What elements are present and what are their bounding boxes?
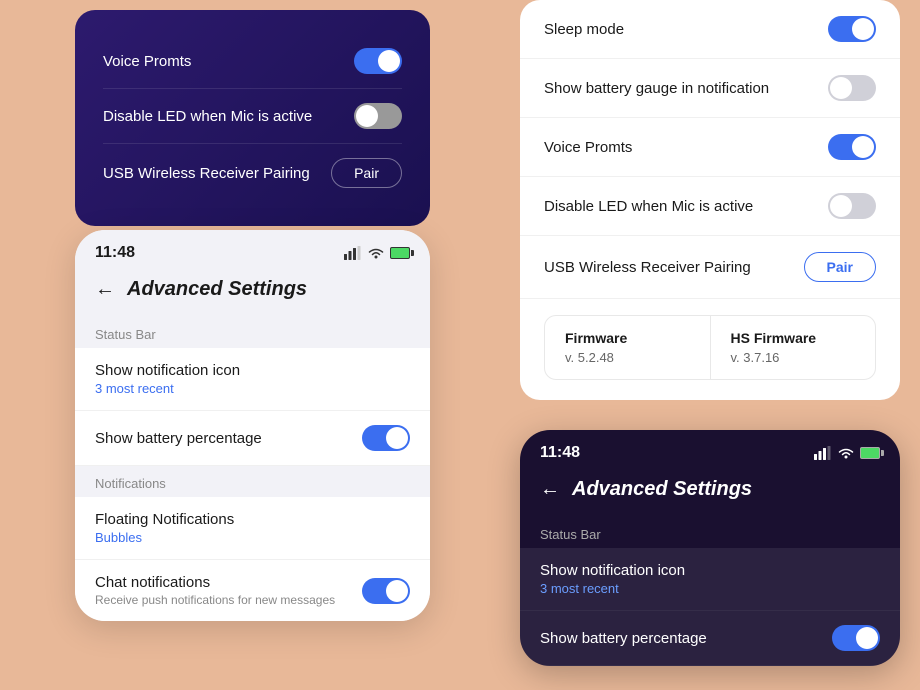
page-header-dark: ← Advanced Settings	[520, 470, 900, 517]
setting-text-battery-pct-dark: Show battery percentage	[540, 630, 707, 647]
page-title-light: Advanced Settings	[127, 278, 307, 301]
setting-label-usb-pair-2: USB Wireless Receiver Pairing	[544, 259, 751, 276]
setting-main-floating-notif-light: Floating Notifications	[95, 511, 234, 528]
wifi-icon-dark	[837, 444, 855, 462]
status-bar-dark: 11:48	[520, 430, 900, 470]
setting-label-voice-promts-1: Voice Promts	[103, 53, 191, 70]
back-arrow-dark[interactable]: ←	[540, 478, 560, 501]
setting-label-disable-led-1: Disable LED when Mic is active	[103, 108, 312, 125]
card-bottom-left: 11:48 ← Advanced Settings Status Bar	[75, 230, 430, 621]
toggle-voice-promts-1[interactable]	[354, 48, 402, 74]
phone-time-light: 11:48	[95, 244, 135, 262]
toggle-voice-promts-2[interactable]	[828, 134, 876, 160]
setting-item-notif-icon-dark: Show notification icon 3 most recent	[520, 548, 900, 611]
setting-main-battery-pct-light: Show battery percentage	[95, 430, 262, 447]
pair-button-2[interactable]: Pair	[804, 252, 876, 282]
section-label-status-bar-light: Status Bar	[75, 317, 430, 348]
status-bar-light: 11:48	[75, 230, 430, 270]
setting-row-usb-pair-2: USB Wireless Receiver Pairing Pair	[520, 236, 900, 299]
phone-time-dark: 11:48	[540, 444, 580, 462]
setting-item-notif-icon-light: Show notification icon 3 most recent	[75, 348, 430, 411]
toggle-battery-gauge[interactable]	[828, 75, 876, 101]
setting-label-disable-led-2: Disable LED when Mic is active	[544, 198, 753, 215]
section-label-notifications-light: Notifications	[75, 466, 430, 497]
firmware-name-hs: HS Firmware	[731, 330, 856, 346]
setting-row-disable-led-1: Disable LED when Mic is active	[103, 89, 402, 144]
toggle-sleep-mode[interactable]	[828, 16, 876, 42]
setting-sub-floating-notif-light: Bubbles	[95, 530, 234, 545]
signal-icon-dark	[814, 444, 832, 462]
toggle-disable-led-2[interactable]	[828, 193, 876, 219]
firmware-name-main: Firmware	[565, 330, 690, 346]
signal-icon-light	[344, 244, 362, 262]
setting-label-sleep-mode: Sleep mode	[544, 21, 624, 38]
firmware-item-main: Firmware v. 5.2.48	[545, 316, 711, 379]
setting-sub-notif-icon-dark: 3 most recent	[540, 581, 685, 596]
back-arrow-light[interactable]: ←	[95, 278, 115, 301]
wifi-icon-light	[367, 244, 385, 262]
setting-item-battery-pct-dark: Show battery percentage	[520, 611, 900, 666]
card-bottom-right: 11:48 ← Advanced Settings Status Bar	[520, 430, 900, 666]
section-label-status-bar-dark: Status Bar	[520, 517, 900, 548]
battery-icon-light	[390, 247, 410, 259]
setting-text-notif-icon-light: Show notification icon 3 most recent	[95, 362, 240, 396]
toggle-battery-pct-light[interactable]	[362, 425, 410, 451]
setting-row-battery-gauge: Show battery gauge in notification	[520, 59, 900, 118]
card-top-right: Sleep mode Show battery gauge in notific…	[520, 0, 900, 400]
setting-row-voice-promts-1: Voice Promts	[103, 34, 402, 89]
setting-row-sleep-mode: Sleep mode	[520, 0, 900, 59]
phone-icons-dark	[814, 444, 880, 462]
setting-subgray-chat-notif-light: Receive push notifications for new messa…	[95, 593, 335, 607]
firmware-version-hs: v. 3.7.16	[731, 350, 856, 365]
toggle-chat-notif-light[interactable]	[362, 578, 410, 604]
setting-main-notif-icon-light: Show notification icon	[95, 362, 240, 379]
setting-text-floating-notif-light: Floating Notifications Bubbles	[95, 511, 234, 545]
phone-icons-light	[344, 244, 410, 262]
card-top-left: Voice Promts Disable LED when Mic is act…	[75, 10, 430, 226]
setting-main-battery-pct-dark: Show battery percentage	[540, 630, 707, 647]
firmware-row: Firmware v. 5.2.48 HS Firmware v. 3.7.16	[544, 315, 876, 380]
page-title-dark: Advanced Settings	[572, 478, 752, 501]
setting-row-usb-pair-1: USB Wireless Receiver Pairing Pair	[103, 144, 402, 202]
toggle-disable-led-1[interactable]	[354, 103, 402, 129]
setting-label-battery-gauge: Show battery gauge in notification	[544, 80, 769, 97]
setting-label-voice-promts-2: Voice Promts	[544, 139, 632, 156]
page-header-light: ← Advanced Settings	[75, 270, 430, 317]
toggle-battery-pct-dark[interactable]	[832, 625, 880, 651]
battery-icon-dark	[860, 447, 880, 459]
setting-text-notif-icon-dark: Show notification icon 3 most recent	[540, 562, 685, 596]
setting-item-floating-notif-light: Floating Notifications Bubbles	[75, 497, 430, 560]
firmware-version-main: v. 5.2.48	[565, 350, 690, 365]
setting-text-chat-notif-light: Chat notifications Receive push notifica…	[95, 574, 335, 607]
setting-row-disable-led-2: Disable LED when Mic is active	[520, 177, 900, 236]
setting-item-battery-pct-light: Show battery percentage	[75, 411, 430, 466]
setting-item-chat-notif-light: Chat notifications Receive push notifica…	[75, 560, 430, 621]
setting-sub-notif-icon-light: 3 most recent	[95, 381, 240, 396]
firmware-item-hs: HS Firmware v. 3.7.16	[711, 316, 876, 379]
setting-main-notif-icon-dark: Show notification icon	[540, 562, 685, 579]
setting-row-voice-promts-2: Voice Promts	[520, 118, 900, 177]
setting-main-chat-notif-light: Chat notifications	[95, 574, 335, 591]
setting-label-usb-pair-1: USB Wireless Receiver Pairing	[103, 165, 310, 182]
setting-text-battery-pct-light: Show battery percentage	[95, 430, 262, 447]
pair-button-1[interactable]: Pair	[331, 158, 402, 188]
